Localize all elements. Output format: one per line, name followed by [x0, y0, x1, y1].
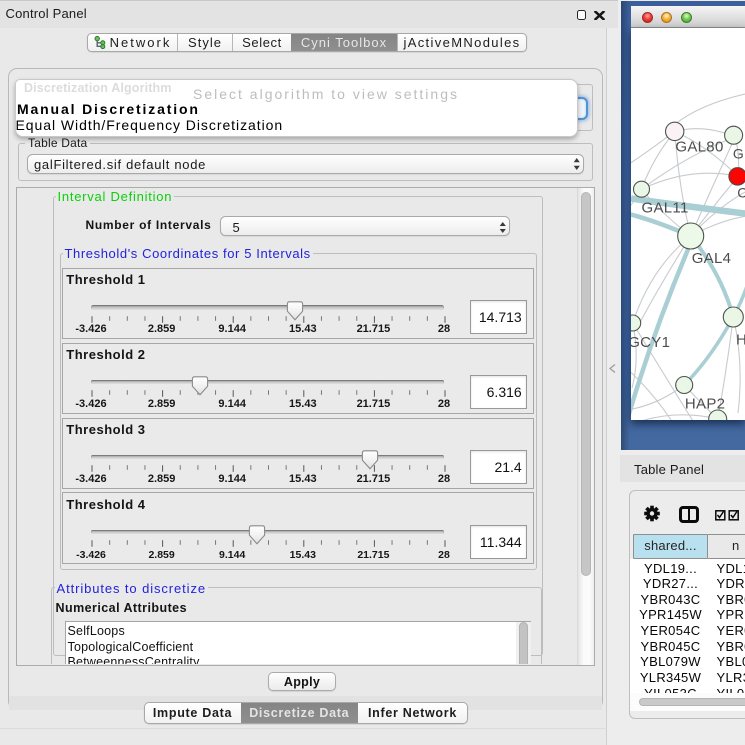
svg-text:C: C: [737, 185, 745, 201]
svg-text:GAL4: GAL4: [692, 250, 732, 267]
svg-text:GCY1: GCY1: [631, 334, 670, 351]
svg-text:GAL80: GAL80: [676, 139, 724, 156]
svg-text:GAL11: GAL11: [642, 200, 689, 217]
svg-text:HAP2: HAP2: [685, 396, 725, 413]
svg-text:H: H: [736, 332, 745, 349]
svg-text:G.: G.: [733, 146, 745, 162]
